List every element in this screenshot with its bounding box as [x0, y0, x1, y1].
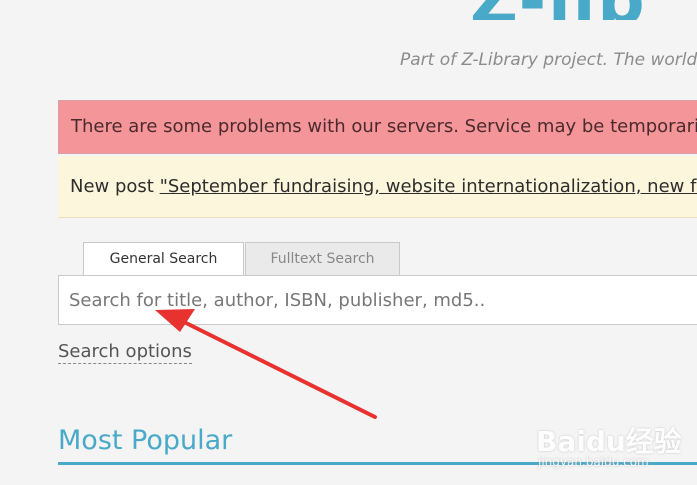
search-tabs: General Search Fulltext Search [83, 242, 400, 276]
tab-general-search[interactable]: General Search [83, 242, 244, 276]
search-options-link[interactable]: Search options [58, 341, 192, 364]
baidu-watermark: Baidu经验 jingyan.baidu.com [533, 410, 693, 480]
watermark-main-text: Baidu经验 [536, 425, 682, 458]
news-post-link[interactable]: "September fundraising, website internat… [160, 176, 697, 197]
news-banner: New post "September fundraising, website… [58, 156, 697, 218]
tab-fulltext-search[interactable]: Fulltext Search [245, 242, 400, 275]
news-prefix: New post [70, 176, 160, 197]
search-input[interactable] [59, 276, 697, 324]
server-alert-banner: There are some problems with our servers… [58, 100, 697, 154]
most-popular-heading: Most Popular [58, 425, 233, 456]
search-box [58, 275, 697, 325]
logo-text: Z-lib [470, 0, 647, 20]
alert-text: There are some problems with our servers… [71, 116, 697, 137]
site-logo[interactable]: Z-lib [470, 0, 697, 20]
site-tagline: Part of Z-Library project. The world's l… [400, 50, 697, 70]
watermark-sub-text: jingyan.baidu.com [538, 455, 649, 469]
